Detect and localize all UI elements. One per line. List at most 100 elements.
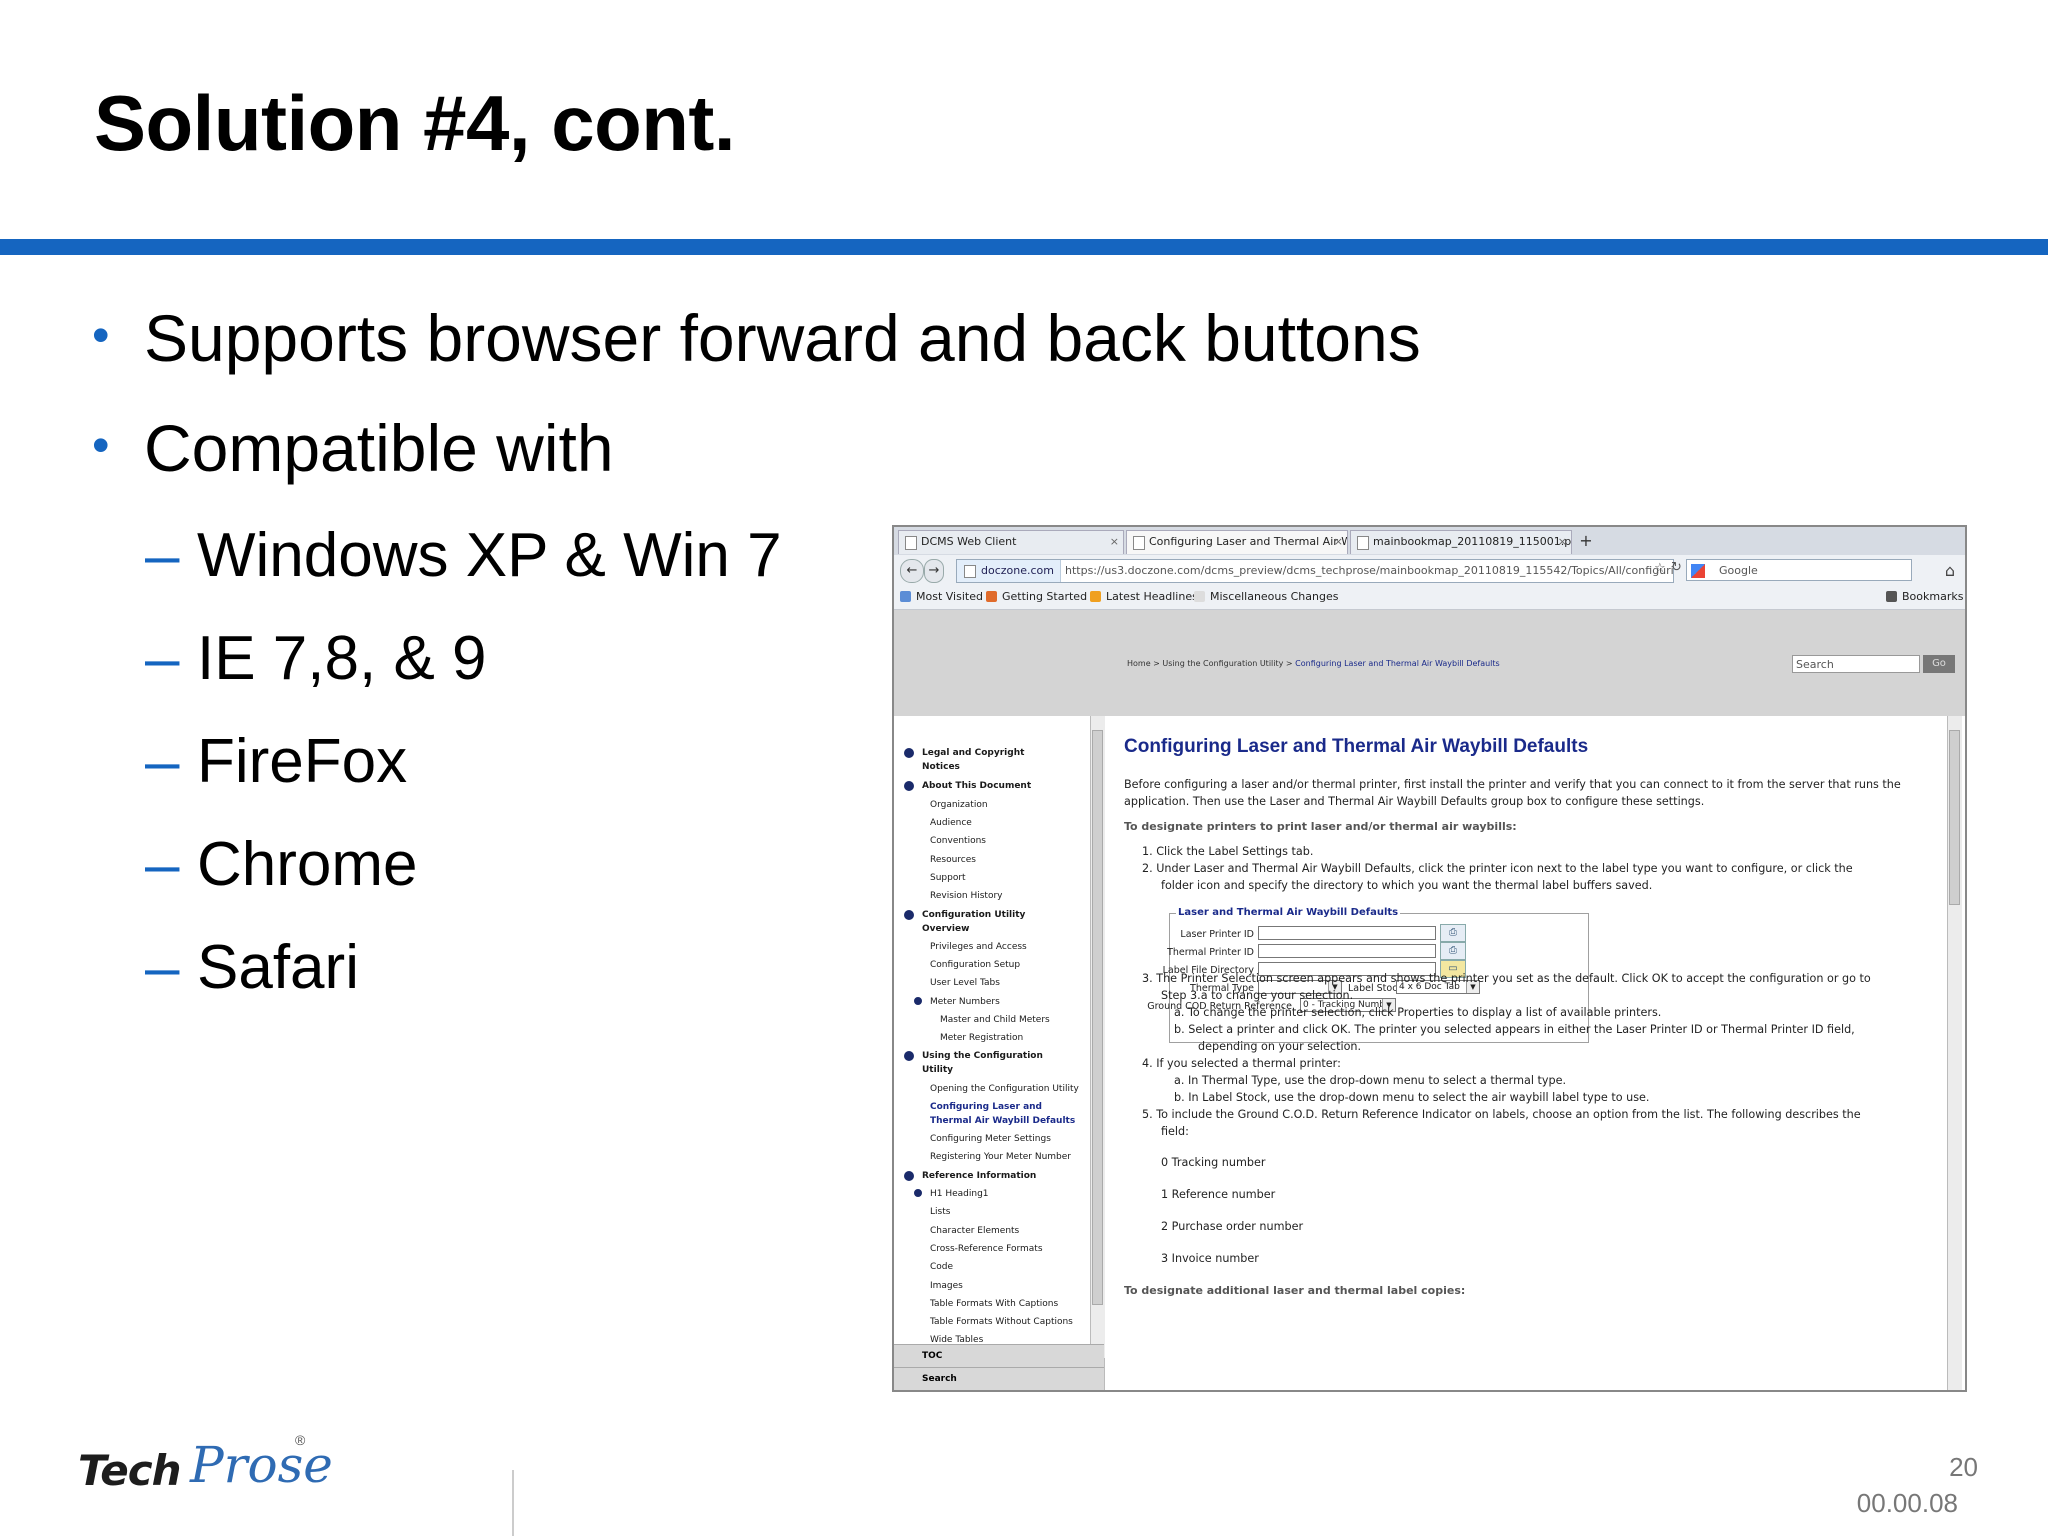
- toc-item[interactable]: Support: [930, 871, 966, 885]
- printer-icon[interactable]: ⎙: [1440, 924, 1466, 942]
- toc-item[interactable]: Conventions: [930, 834, 986, 848]
- code-item: 0 Tracking number: [1161, 1156, 1266, 1169]
- bookmark-latest-headlines[interactable]: Latest Headlines: [1090, 585, 1198, 609]
- bookmark-most-visited[interactable]: Most Visited: [900, 585, 983, 609]
- procedure-heading: To designate additional laser and therma…: [1124, 1284, 1466, 1297]
- logo-text-prose: Prose: [190, 1436, 333, 1494]
- sub-bullet-text: Chrome: [197, 830, 418, 899]
- toc-item[interactable]: Organization: [930, 798, 988, 812]
- scrollbar-thumb[interactable]: [1949, 730, 1960, 905]
- toc-item[interactable]: Table Formats Without Captions: [930, 1315, 1073, 1329]
- reload-icon[interactable]: ↻: [1671, 560, 1682, 575]
- toc-item[interactable]: Privileges and Access: [930, 940, 1027, 954]
- slide-title: Solution #4, cont.: [94, 79, 736, 167]
- toc-item[interactable]: Resources: [930, 853, 976, 867]
- search-engine-box[interactable]: Google: [1686, 559, 1912, 581]
- toc-item[interactable]: Utility: [922, 1063, 953, 1077]
- toc-item-current[interactable]: Thermal Air Waybill Defaults: [930, 1114, 1075, 1128]
- toc-item[interactable]: Lists: [930, 1205, 950, 1219]
- close-icon[interactable]: ×: [1334, 531, 1343, 553]
- toc-item[interactable]: Opening the Configuration Utility: [930, 1082, 1079, 1096]
- step-line: 2. Under Laser and Thermal Air Waybill D…: [1142, 862, 1853, 875]
- step-line: 3. The Printer Selection screen appears …: [1142, 972, 1871, 985]
- new-tab-button[interactable]: +: [1576, 531, 1596, 551]
- navigation-toolbar: ← → doczone.com https://us3.doczone.com/d…: [894, 555, 1965, 586]
- close-icon[interactable]: ×: [1558, 531, 1567, 553]
- page-icon: [905, 536, 917, 550]
- toc-tab[interactable]: TOC: [894, 1344, 1104, 1367]
- google-icon: [1691, 564, 1705, 578]
- toc-item[interactable]: Configuration Utility: [904, 908, 1025, 922]
- toc-item[interactable]: Notices: [922, 760, 960, 774]
- breadcrumb-parent[interactable]: Using the Configuration Utility: [1162, 659, 1283, 668]
- doc-search-input[interactable]: Search: [1792, 655, 1920, 673]
- toc-item[interactable]: Master and Child Meters: [940, 1013, 1050, 1027]
- expand-icon: [904, 1171, 914, 1181]
- step-line: Step 3.a to change your selection.: [1161, 989, 1354, 1002]
- site-identity-badge[interactable]: doczone.com: [957, 560, 1061, 582]
- breadcrumb-home[interactable]: Home: [1127, 659, 1151, 668]
- browser-tab[interactable]: mainbookmap_20110819_115001.pdf ... ×: [1350, 530, 1572, 554]
- sub-bullet-text: Windows XP & Win 7: [197, 521, 782, 590]
- toc-item[interactable]: Legal and Copyright: [904, 746, 1024, 760]
- toc-item[interactable]: Images: [930, 1279, 963, 1293]
- page-icon: [1133, 536, 1145, 550]
- url-text: https://us3.doczone.com/dcms_preview/dcm…: [1065, 564, 1674, 577]
- forward-button[interactable]: →: [924, 559, 944, 583]
- toc-item[interactable]: User Level Tabs: [930, 976, 1000, 990]
- star-icon[interactable]: ☆: [1654, 561, 1666, 576]
- browser-tab-active[interactable]: Configuring Laser and Thermal Air W... ×: [1126, 530, 1348, 554]
- bullet-dot-icon: •: [92, 417, 110, 473]
- bullet-text: Compatible with: [144, 411, 614, 485]
- toc-item-current[interactable]: Configuring Laser and: [930, 1100, 1042, 1114]
- back-button[interactable]: ←: [900, 559, 924, 583]
- page-icon: [1357, 536, 1369, 550]
- browser-tab[interactable]: DCMS Web Client ×: [898, 530, 1124, 554]
- toc-panel: Legal and Copyright Notices About This D…: [894, 716, 1105, 1390]
- tab-strip: DCMS Web Client × Configuring Laser and …: [894, 527, 1965, 555]
- web-page: Home > Using the Configuration Utility >…: [894, 610, 1965, 1390]
- address-bar[interactable]: doczone.com https://us3.doczone.com/dcms_…: [956, 559, 1674, 583]
- toc-item[interactable]: Audience: [930, 816, 972, 830]
- step-line: a. To change the printer selection, clic…: [1174, 1006, 1662, 1019]
- toc-item[interactable]: Configuration Setup: [930, 958, 1020, 972]
- toc-scrollbar[interactable]: [1090, 716, 1105, 1358]
- code-item: 2 Purchase order number: [1161, 1220, 1304, 1233]
- step-line: b. Select a printer and click OK. The pr…: [1174, 1023, 1855, 1036]
- dash-icon: –: [145, 521, 180, 590]
- bookmark-getting-started[interactable]: Getting Started: [986, 585, 1087, 609]
- sub-bullet-text: FireFox: [197, 727, 408, 796]
- search-tab[interactable]: Search: [894, 1367, 1104, 1390]
- laser-printer-field[interactable]: [1258, 926, 1436, 940]
- toc-item[interactable]: Code: [930, 1260, 953, 1274]
- home-icon[interactable]: ⌂: [1945, 561, 1955, 580]
- toc-item[interactable]: Meter Registration: [940, 1031, 1023, 1045]
- toc-item[interactable]: Using the Configuration: [904, 1049, 1043, 1063]
- toc-item[interactable]: Configuring Meter Settings: [930, 1132, 1051, 1146]
- step-line: 4. If you selected a thermal printer:: [1142, 1057, 1341, 1070]
- expand-icon: [914, 1189, 922, 1197]
- toc-item[interactable]: Cross-Reference Formats: [930, 1242, 1043, 1256]
- go-button[interactable]: Go: [1923, 655, 1955, 673]
- procedure-heading: To designate printers to print laser and…: [1124, 820, 1517, 833]
- toc-item[interactable]: H1 Heading1: [914, 1187, 989, 1201]
- toc-item[interactable]: Registering Your Meter Number: [930, 1150, 1071, 1164]
- thermal-printer-field[interactable]: [1258, 944, 1436, 958]
- scrollbar-thumb[interactable]: [1092, 730, 1103, 1305]
- toc-item[interactable]: Revision History: [930, 889, 1003, 903]
- toc-item[interactable]: About This Document: [904, 779, 1031, 793]
- toc-item[interactable]: Overview: [922, 922, 969, 936]
- bookmarks-menu[interactable]: Bookmarks: [1886, 585, 1963, 609]
- techprose-logo: Tech Prose ®: [78, 1432, 333, 1502]
- toc-item[interactable]: Meter Numbers: [914, 995, 1000, 1009]
- bookmarks-toolbar: Most Visited Getting Started Latest Head…: [894, 585, 1965, 610]
- content-scrollbar[interactable]: [1947, 716, 1962, 1390]
- toc-item[interactable]: Table Formats With Captions: [930, 1297, 1058, 1311]
- registered-mark: ®: [295, 1432, 306, 1448]
- code-item: 1 Reference number: [1161, 1188, 1276, 1201]
- toc-item[interactable]: Reference Information: [904, 1169, 1036, 1183]
- toc-item[interactable]: Character Elements: [930, 1224, 1019, 1238]
- close-icon[interactable]: ×: [1110, 531, 1119, 553]
- bookmark-misc-changes[interactable]: Miscellaneous Changes: [1194, 585, 1338, 609]
- printer-icon[interactable]: ⎙: [1440, 942, 1466, 960]
